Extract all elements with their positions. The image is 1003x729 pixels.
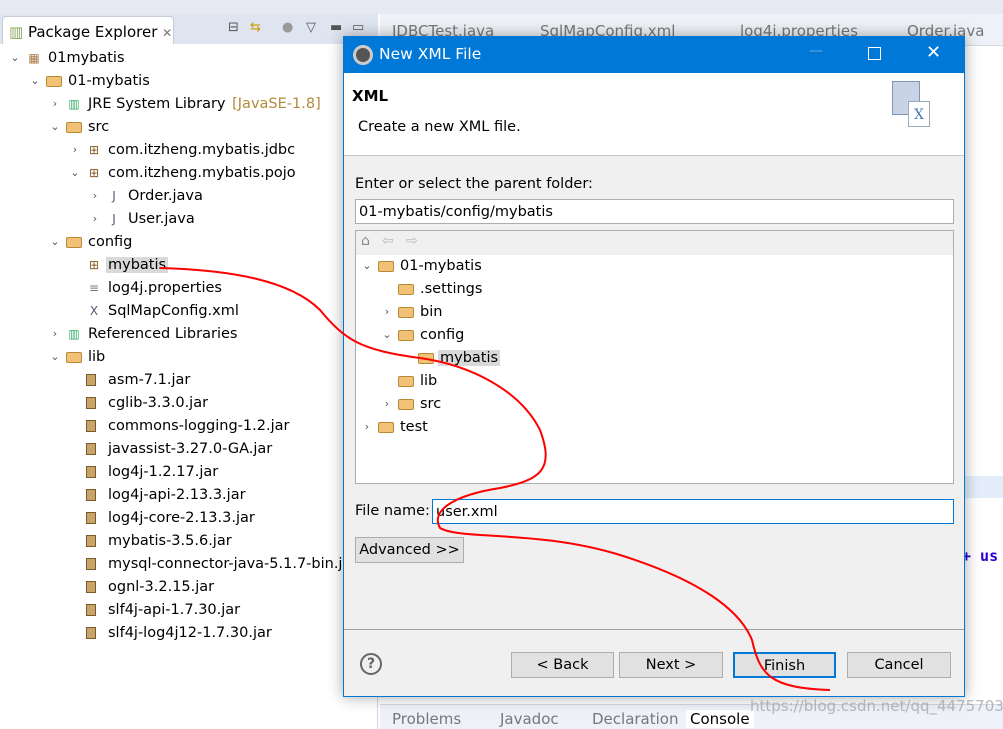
red-annotation-stroke	[159, 267, 831, 691]
annotation-line	[159, 267, 831, 691]
